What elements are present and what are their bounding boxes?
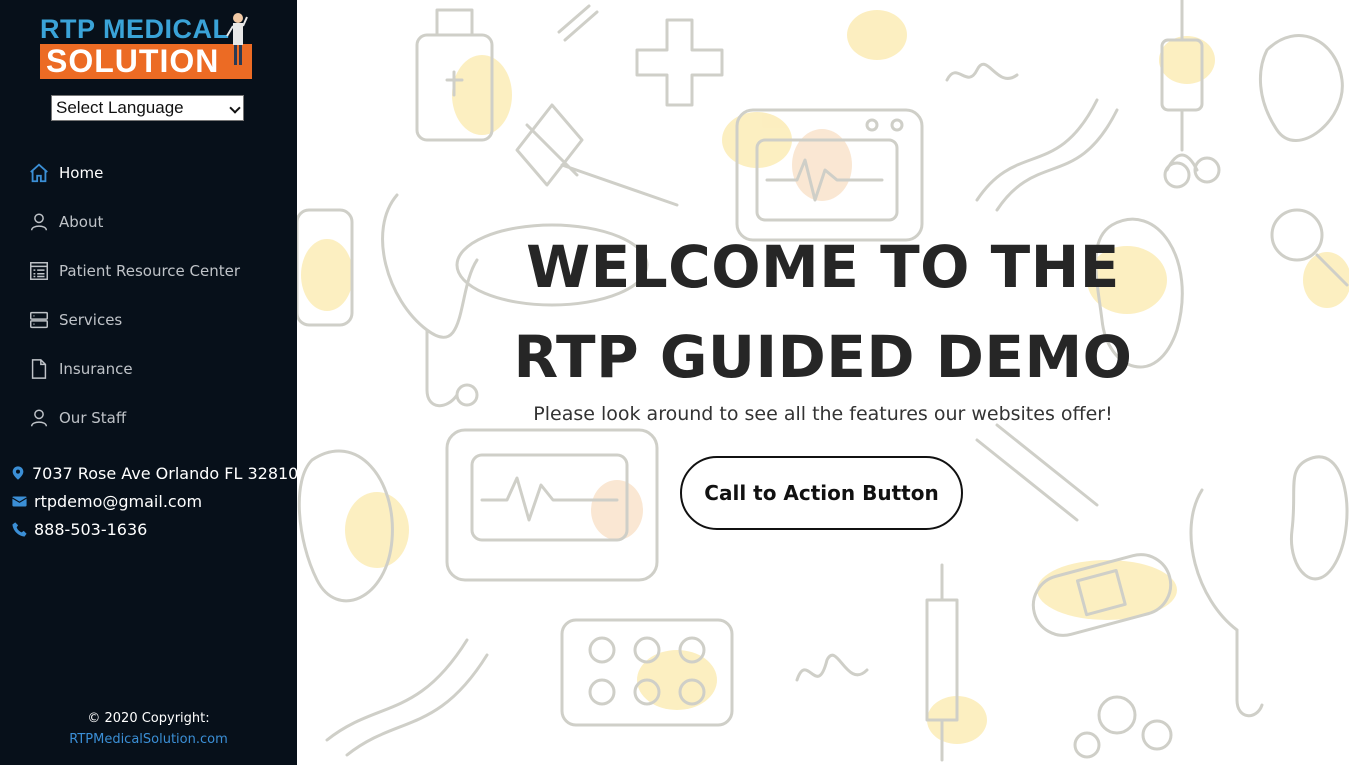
nav-item-our-staff[interactable]: Our Staff <box>0 393 297 442</box>
nav-item-label: About <box>59 212 104 231</box>
nav-item-label: Our Staff <box>59 408 127 427</box>
nav-item-about[interactable]: About <box>0 197 297 246</box>
user-icon <box>28 211 50 233</box>
phone-row[interactable]: 888-503-1636 <box>10 515 295 543</box>
file-icon <box>28 358 50 380</box>
brand-logo[interactable]: RTP MEDICAL SOLUTION <box>40 13 254 80</box>
hero-title-line1: WELCOME TO THE <box>526 233 1120 301</box>
nav-item-label: Home <box>59 163 104 182</box>
nav-item-insurance[interactable]: Insurance <box>0 344 297 393</box>
logo-line1: RTP MEDICAL <box>40 14 230 44</box>
hero-title: WELCOME TO THE RTP GUIDED DEMO <box>297 222 1349 402</box>
email-row[interactable]: rtpdemo@gmail.com <box>10 487 295 515</box>
email-text: rtpdemo@gmail.com <box>34 491 203 511</box>
hero-title-line2: RTP GUIDED DEMO <box>513 323 1133 391</box>
copyright: © 2020 Copyright: RTPMedicalSolution.com <box>0 708 297 750</box>
envelope-icon <box>10 492 28 510</box>
copyright-link[interactable]: RTPMedicalSolution.com <box>0 729 297 750</box>
nav-item-label: Services <box>59 310 123 329</box>
nav-item-label: Insurance <box>59 359 133 378</box>
phone-text: 888-503-1636 <box>34 519 148 539</box>
nav-item-home[interactable]: Home <box>0 148 297 197</box>
call-to-action-button[interactable]: Call to Action Button <box>680 456 963 530</box>
server-icon <box>28 309 50 331</box>
doctor-figure-icon <box>226 13 248 65</box>
chevron-down-icon <box>229 102 241 114</box>
copyright-text: © 2020 Copyright: <box>87 711 210 726</box>
hero-section: WELCOME TO THE RTP GUIDED DEMO Please lo… <box>297 0 1349 765</box>
user-icon <box>28 407 50 429</box>
sidebar: RTP MEDICAL SOLUTION Select Language Hom… <box>0 0 299 765</box>
language-select-value: Select Language <box>56 98 184 117</box>
map-pin-icon <box>10 464 26 482</box>
phone-icon <box>10 520 28 538</box>
nav-item-services[interactable]: Services <box>0 295 297 344</box>
contact-info: 7037 Rose Ave Orlando FL 32810 rtpdemo@g… <box>10 459 299 543</box>
nav-item-label: Patient Resource Center <box>59 261 241 280</box>
logo-line2: SOLUTION <box>40 44 252 79</box>
document-list-icon <box>28 260 50 282</box>
address-row: 7037 Rose Ave Orlando FL 32810 <box>10 459 299 487</box>
language-select[interactable]: Select Language <box>51 95 244 121</box>
address-text: 7037 Rose Ave Orlando FL 32810 <box>32 463 299 483</box>
home-icon <box>28 162 50 184</box>
hero-subtitle: Please look around to see all the featur… <box>533 403 1113 425</box>
main-nav: Home About Patient Resource Center Servi… <box>0 148 297 442</box>
nav-item-patient-resource-center[interactable]: Patient Resource Center <box>0 246 297 295</box>
